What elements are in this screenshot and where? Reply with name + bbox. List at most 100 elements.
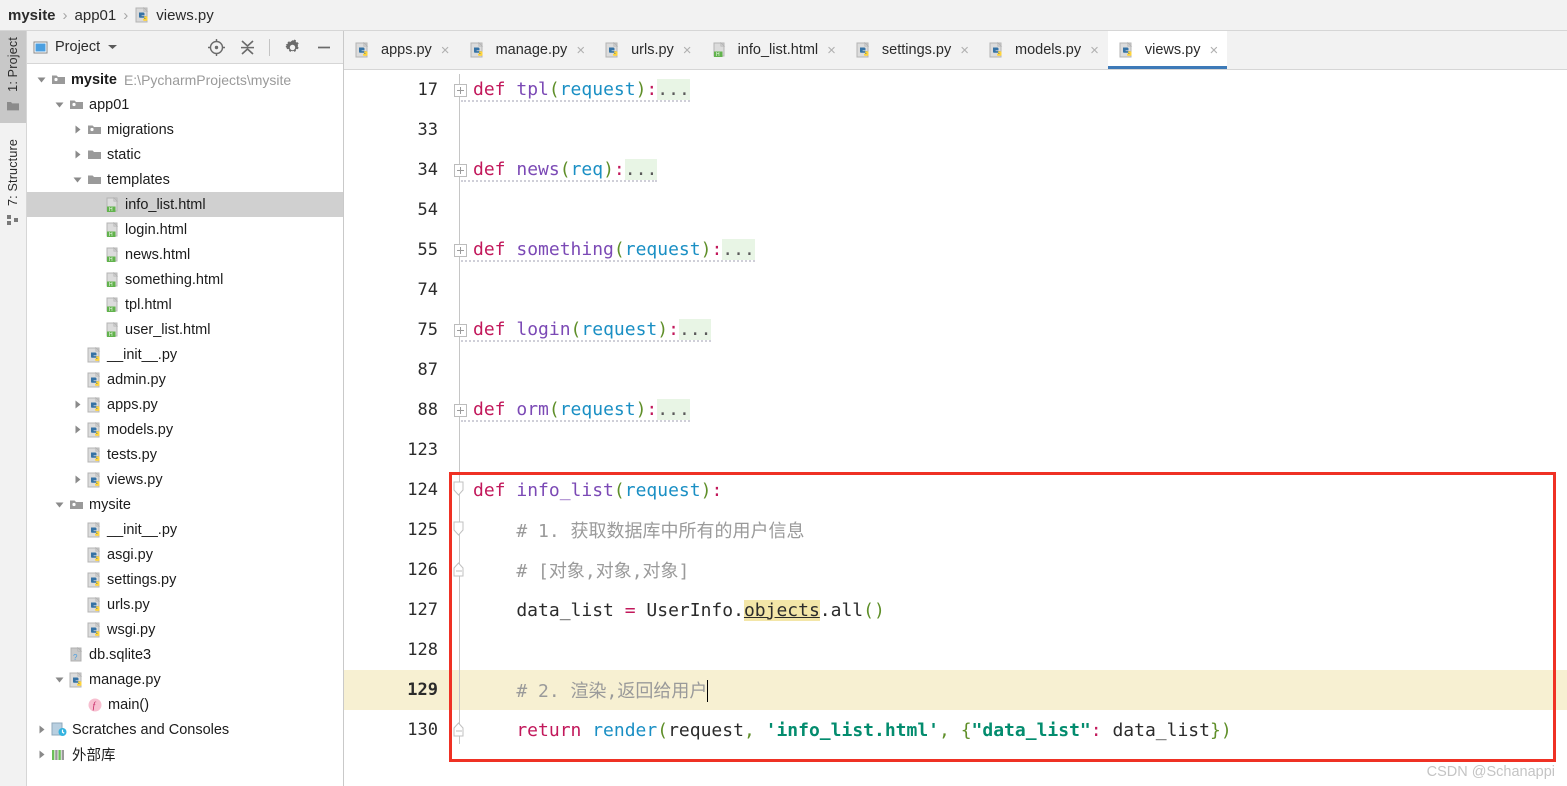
close-icon[interactable]: ×: [683, 43, 692, 58]
tree-item-migrations[interactable]: migrations: [27, 117, 343, 142]
code-line[interactable]: def login(request):...: [449, 310, 1567, 350]
tree-item-admin-py[interactable]: admin.py: [27, 367, 343, 392]
code-line[interactable]: # [对象,对象,对象]: [449, 550, 1567, 590]
chevron-down-icon[interactable]: [71, 173, 84, 186]
fold-marker-column[interactable]: [449, 70, 471, 786]
line-number[interactable]: 127: [344, 590, 449, 630]
tree-item-tests-py[interactable]: tests.py: [27, 442, 343, 467]
editor-tab-apps-py[interactable]: apps.py ×: [344, 31, 459, 69]
breadcrumb-item-file[interactable]: views.py: [135, 7, 214, 24]
collapse-all-icon[interactable]: [239, 38, 256, 57]
line-number[interactable]: 34: [344, 150, 449, 190]
rail-button-structure[interactable]: 7: Structure: [0, 133, 26, 237]
fold-expand-icon[interactable]: [454, 404, 467, 417]
code-line[interactable]: def info_list(request):: [449, 470, 1567, 510]
tree-item-views-py[interactable]: views.py: [27, 467, 343, 492]
line-number[interactable]: 74: [344, 270, 449, 310]
close-icon[interactable]: ×: [827, 43, 836, 58]
code-line[interactable]: [449, 270, 1567, 310]
editor-tab-manage-py[interactable]: manage.py ×: [459, 31, 595, 69]
fold-collapse-icon[interactable]: [452, 721, 466, 737]
chevron-right-icon[interactable]: [71, 123, 84, 136]
tree-item-tpl-html[interactable]: Htpl.html: [27, 292, 343, 317]
breadcrumb-item-project[interactable]: mysite: [8, 7, 56, 24]
tree-item-wsgi-py[interactable]: wsgi.py: [27, 617, 343, 642]
project-file-tree[interactable]: mysite E:\PycharmProjects\mysite app01 migr…: [27, 64, 343, 786]
chevron-down-icon[interactable]: [53, 498, 66, 511]
code-line[interactable]: [449, 430, 1567, 470]
tree-item-main-[interactable]: f main(): [27, 692, 343, 717]
editor-tab-views-py[interactable]: views.py ×: [1107, 31, 1228, 69]
chevron-right-icon[interactable]: [71, 423, 84, 436]
tree-item--init-py[interactable]: __init__.py: [27, 517, 343, 542]
line-number[interactable]: 130: [344, 710, 449, 750]
tree-item-scratches-and-consoles[interactable]: Scratches and Consoles: [27, 717, 343, 742]
tree-item-something-html[interactable]: Hsomething.html: [27, 267, 343, 292]
tree-item-settings-py[interactable]: settings.py: [27, 567, 343, 592]
editor-tab-bar[interactable]: apps.py × manage.py × urls.py × Hinfo_list.htm…: [344, 31, 1567, 70]
line-number[interactable]: 75: [344, 310, 449, 350]
chevron-right-icon[interactable]: [35, 748, 48, 761]
rail-button-project[interactable]: 1: Project: [0, 31, 26, 123]
fold-expand-icon[interactable]: [454, 324, 467, 337]
gear-icon[interactable]: [283, 38, 302, 57]
editor-tab-models-py[interactable]: models.py ×: [978, 31, 1108, 69]
editor-tab-settings-py[interactable]: settings.py ×: [845, 31, 978, 69]
tree-item-mysite[interactable]: mysite E:\PycharmProjects\mysite: [27, 67, 343, 92]
close-icon[interactable]: ×: [1209, 43, 1218, 58]
tree-item-manage-py[interactable]: manage.py: [27, 667, 343, 692]
code-line[interactable]: return render(request, 'info_list.html',…: [449, 710, 1567, 750]
minimize-icon[interactable]: [315, 38, 333, 57]
editor-tab-urls-py[interactable]: urls.py ×: [594, 31, 700, 69]
fold-collapse-icon[interactable]: [452, 561, 466, 577]
tree-item-user-list-html[interactable]: Huser_list.html: [27, 317, 343, 342]
chevron-right-icon[interactable]: [35, 723, 48, 736]
tree-item-apps-py[interactable]: apps.py: [27, 392, 343, 417]
locate-icon[interactable]: [207, 38, 226, 57]
tree-item-urls-py[interactable]: urls.py: [27, 592, 343, 617]
close-icon[interactable]: ×: [576, 43, 585, 58]
tree-item-templates[interactable]: templates: [27, 167, 343, 192]
tree-item-db-sqlite3[interactable]: ? db.sqlite3: [27, 642, 343, 667]
code-line[interactable]: [449, 110, 1567, 150]
line-number[interactable]: 123: [344, 430, 449, 470]
chevron-right-icon[interactable]: [71, 398, 84, 411]
tree-item-app01[interactable]: app01: [27, 92, 343, 117]
line-number[interactable]: 126: [344, 550, 449, 590]
tree-item-login-html[interactable]: Hlogin.html: [27, 217, 343, 242]
code-line[interactable]: [449, 190, 1567, 230]
code-line[interactable]: def something(request):...: [449, 230, 1567, 270]
line-number[interactable]: 129: [344, 670, 449, 710]
tree-item-static[interactable]: static: [27, 142, 343, 167]
fold-expand-icon[interactable]: [454, 84, 467, 97]
code-line[interactable]: [449, 630, 1567, 670]
line-number[interactable]: 17: [344, 70, 449, 110]
chevron-right-icon[interactable]: [71, 473, 84, 486]
line-number[interactable]: 54: [344, 190, 449, 230]
line-number[interactable]: 124: [344, 470, 449, 510]
code-line[interactable]: # 1. 获取数据库中所有的用户信息: [449, 510, 1567, 550]
code-line[interactable]: def news(req):...: [449, 150, 1567, 190]
tree-item-models-py[interactable]: models.py: [27, 417, 343, 442]
chevron-down-icon[interactable]: [53, 673, 66, 686]
code-line[interactable]: def tpl(request):...: [449, 70, 1567, 110]
chevron-right-icon[interactable]: [71, 148, 84, 161]
line-number-gutter[interactable]: 17 33 34 54 55 74 75 87 88 123 124 125 126 127 128 129 1…: [344, 70, 449, 786]
code-line[interactable]: [449, 350, 1567, 390]
line-number[interactable]: 87: [344, 350, 449, 390]
tree-item--[interactable]: 外部库: [27, 742, 343, 767]
tree-item-asgi-py[interactable]: asgi.py: [27, 542, 343, 567]
code-line[interactable]: def orm(request):...: [449, 390, 1567, 430]
close-icon[interactable]: ×: [1090, 43, 1099, 58]
close-icon[interactable]: ×: [441, 43, 450, 58]
line-number[interactable]: 128: [344, 630, 449, 670]
code-line[interactable]: data_list = UserInfo.objects.all(): [449, 590, 1567, 630]
code-line[interactable]: # 2. 渲染,返回给用户: [449, 670, 1567, 710]
tree-item-news-html[interactable]: Hnews.html: [27, 242, 343, 267]
chevron-down-icon[interactable]: [107, 43, 118, 51]
fold-expand-icon[interactable]: [454, 164, 467, 177]
fold-collapse-icon[interactable]: [452, 521, 466, 537]
fold-expand-icon[interactable]: [454, 244, 467, 257]
line-number[interactable]: 33: [344, 110, 449, 150]
editor-tab-info-list-html[interactable]: Hinfo_list.html ×: [701, 31, 845, 69]
